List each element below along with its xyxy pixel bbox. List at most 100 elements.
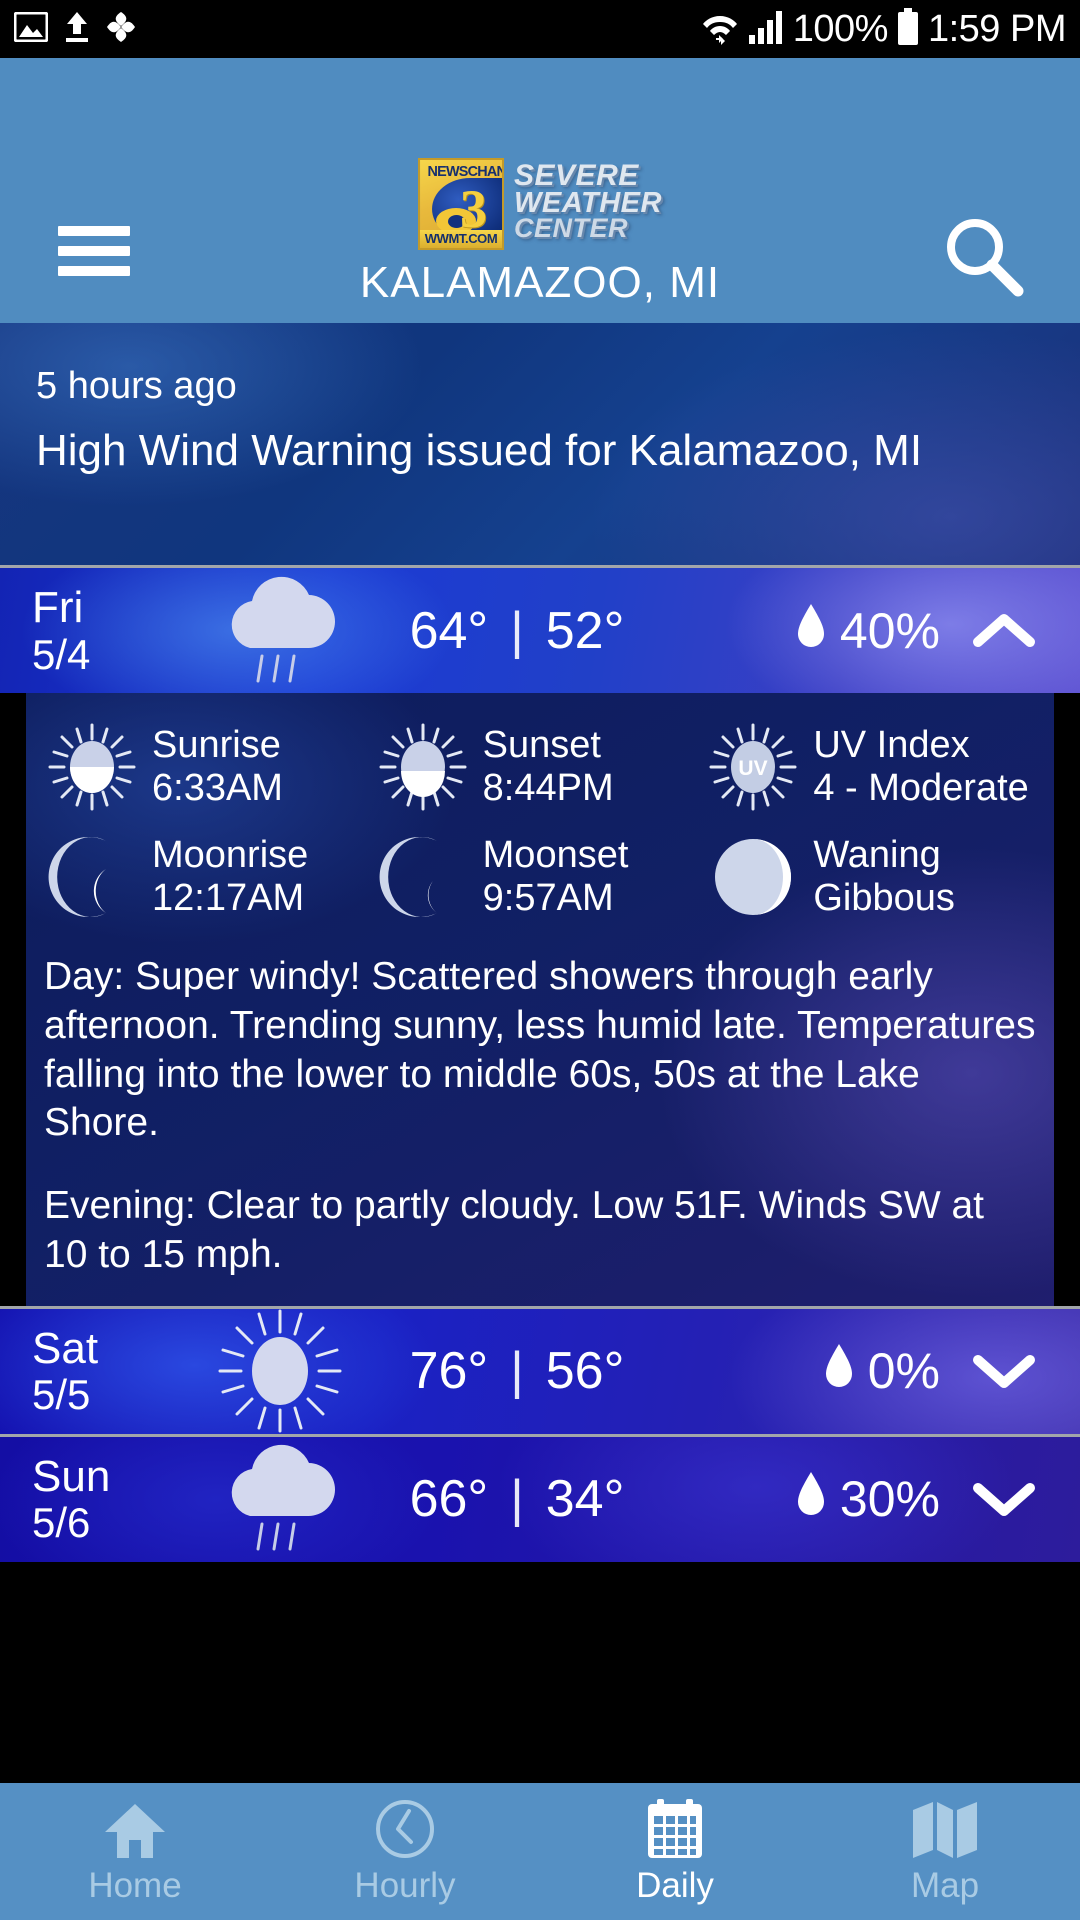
forecast-day-date: 5/4 [32, 630, 91, 678]
home-icon [103, 1798, 167, 1860]
water-droplet-icon [796, 1469, 826, 1529]
astro-value: Gibbous [813, 877, 955, 919]
status-bar-left-icons [13, 11, 136, 48]
nav-item-daily[interactable]: Daily [540, 1783, 810, 1920]
wordmark-line-3: CENTER [514, 213, 629, 244]
bottom-navigation-bar: Home Hourly Daily Map [0, 1783, 1080, 1920]
station-logo: NEWSCHANNEL 3 WWMT.COM SEVERE WEATHER CE… [418, 158, 662, 253]
forecast-day-date: 5/5 [32, 1371, 91, 1419]
water-droplet-icon [796, 601, 826, 661]
clock-label: 1:59 PM [927, 8, 1067, 50]
weather-alert-banner[interactable]: 5 hours ago High Wind Warning issued for… [0, 323, 1080, 565]
daily-forecast-list: Fri 5/4 64° | 52° 40% Sunrise 6:33AM Sun… [0, 568, 1080, 1783]
map-icon [911, 1798, 979, 1860]
forecast-temperatures: 76° | 56° [367, 1341, 667, 1401]
nav-item-map[interactable]: Map [810, 1783, 1080, 1920]
forecast-high-temp: 66° [409, 1470, 489, 1528]
astro-text-uv-index: UV Index 4 - Moderate [813, 724, 1028, 809]
wordmark-line-2: WEATHER [514, 186, 662, 219]
sunrise-icon [44, 719, 140, 815]
forecast-day-name: Fri [32, 583, 84, 633]
search-icon[interactable] [938, 213, 1028, 303]
astro-label: Waning [813, 834, 941, 877]
forecast-temperatures: 66° | 34° [367, 1469, 667, 1529]
upload-icon [64, 11, 90, 48]
status-bar: 100% 1:59 PM [0, 0, 1080, 58]
sync-icon [106, 11, 136, 48]
forecast-high-temp: 64° [409, 601, 489, 660]
calendar-icon [645, 1798, 705, 1860]
astro-value: 9:57AM [482, 877, 614, 919]
battery-percent-label: 100% [792, 8, 889, 50]
forecast-precipitation: 0% [667, 1341, 968, 1401]
forecast-day-label: Sun 5/6 [32, 1453, 192, 1546]
rain-cloud-icon [192, 576, 367, 686]
astro-cell-uv-index: UV UV Index 4 - Moderate [705, 719, 1036, 815]
nav-label-map: Map [910, 1865, 980, 1905]
astro-value: 8:44PM [482, 767, 614, 809]
forecast-low-temp: 52° [545, 601, 625, 660]
chevron-down-icon[interactable] [968, 1349, 1040, 1393]
astro-value: 12:17AM [152, 877, 305, 919]
forecast-day-label: Fri 5/4 [32, 584, 192, 677]
alert-timestamp: 5 hours ago [36, 365, 237, 407]
forecast-precip-percent: 30% [839, 1471, 940, 1527]
astronomy-grid: Sunrise 6:33AM Sunset 8:44PM UV UV Index… [44, 719, 1036, 925]
astro-label: Moonrise [152, 834, 309, 877]
forecast-description: Day: Super windy! Scattered showers thro… [44, 953, 1036, 1280]
forecast-row-sunday[interactable]: Sun 5/6 66° | 34° 30% [0, 1436, 1080, 1562]
forecast-day-name: Sat [32, 1323, 99, 1373]
evening-forecast-text: Evening: Clear to partly cloudy. Low 51F… [44, 1184, 985, 1276]
astro-label: Sunset [482, 724, 601, 767]
forecast-precipitation: 30% [667, 1469, 968, 1529]
water-droplet-icon [824, 1341, 854, 1401]
astro-text-sunset: Sunset 8:44PM [483, 724, 614, 809]
alert-title: High Wind Warning issued for Kalamazoo, … [36, 426, 923, 475]
moon-phase-icon [705, 829, 801, 925]
forecast-row-saturday[interactable]: Sat 5/5 76° | 56° 0% [0, 1308, 1080, 1434]
newschannel-3-badge: NEWSCHANNEL 3 WWMT.COM [418, 158, 505, 250]
forecast-precip-percent: 0% [867, 1343, 940, 1399]
chevron-down-icon[interactable] [968, 1477, 1040, 1521]
astro-text-moonrise: Moonrise 12:17AM [152, 834, 308, 919]
app-header: NEWSCHANNEL 3 WWMT.COM SEVERE WEATHER CE… [0, 58, 1080, 323]
astro-text-moon-phase: Waning Gibbous [813, 834, 955, 919]
forecast-precip-percent: 40% [839, 602, 940, 659]
astro-cell-moonset: Moonset 9:57AM [375, 829, 706, 925]
temp-separator: | [510, 1342, 524, 1400]
nav-item-hourly[interactable]: Hourly [270, 1783, 540, 1920]
moonset-icon [375, 829, 471, 925]
astro-value: 4 - Moderate [813, 767, 1029, 809]
forecast-low-temp: 56° [545, 1342, 625, 1400]
location-label: KALAMAZOO, MI [359, 258, 721, 307]
astro-cell-sunset: Sunset 8:44PM [375, 719, 706, 815]
astro-cell-moonrise: Moonrise 12:17AM [44, 829, 375, 925]
astro-value: 6:33AM [152, 767, 283, 809]
badge-website-label: WWMT.COM [420, 230, 503, 248]
moonrise-icon [44, 829, 140, 925]
battery-icon [896, 7, 920, 51]
astro-cell-sunrise: Sunrise 6:33AM [44, 719, 375, 815]
nav-label-home: Home [88, 1865, 182, 1905]
temp-separator: | [510, 1470, 524, 1528]
nav-label-hourly: Hourly [354, 1865, 456, 1905]
chevron-up-icon[interactable] [968, 609, 1040, 653]
wifi-icon [701, 7, 739, 52]
astro-label: UV Index [813, 724, 970, 767]
forecast-row-friday[interactable]: Fri 5/4 64° | 52° 40% [0, 568, 1080, 693]
severe-weather-center-wordmark: SEVERE WEATHER CENTER [514, 158, 662, 244]
forecast-temperatures: 64° | 52° [367, 601, 667, 661]
clock-icon [373, 1798, 437, 1860]
status-bar-right-icons: 100% 1:59 PM [701, 7, 1067, 52]
nav-label-daily: Daily [636, 1865, 714, 1905]
astro-cell-moon-phase: Waning Gibbous [705, 829, 1036, 925]
day-forecast-text: Day: Super windy! Scattered showers thro… [44, 955, 1036, 1145]
nav-item-home[interactable]: Home [0, 1783, 270, 1920]
astro-text-moonset: Moonset 9:57AM [483, 834, 629, 919]
hamburger-bar [58, 226, 130, 236]
image-icon [13, 11, 49, 47]
forecast-day-label: Sat 5/5 [32, 1325, 192, 1418]
uv-index-icon: UV [705, 719, 801, 815]
hamburger-bar [58, 246, 130, 256]
friday-detail-panel: Sunrise 6:33AM Sunset 8:44PM UV UV Index… [26, 693, 1054, 1306]
